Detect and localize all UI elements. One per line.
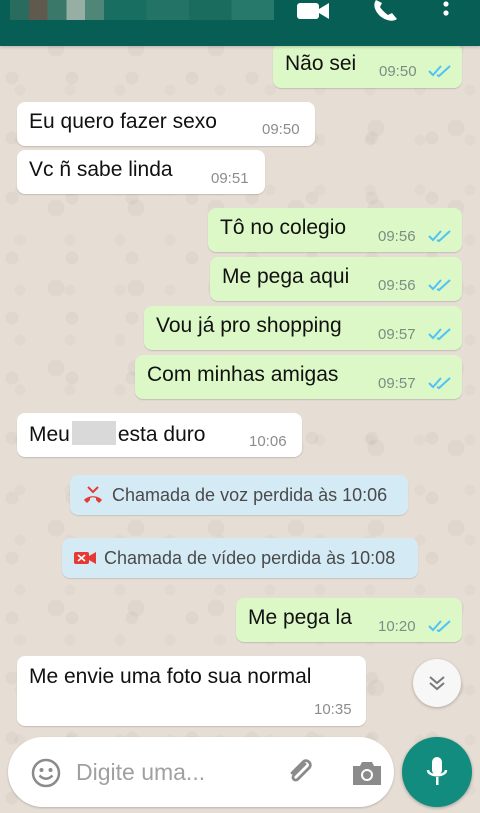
read-receipt-icon: [428, 377, 451, 390]
message-composer: [8, 737, 394, 807]
message-time: 09:56: [378, 228, 416, 245]
message-time: 10:20: [378, 618, 416, 635]
message-time: 09:57: [378, 375, 416, 392]
missed-video-call-icon: [72, 547, 98, 569]
read-receipt-icon: [428, 328, 451, 341]
message-bubble-outgoing[interactable]: Tô no colegio 09:56: [208, 208, 462, 252]
message-text: Me pega aqui: [222, 265, 350, 288]
emoji-icon[interactable]: [30, 757, 62, 789]
missed-voice-call-notice[interactable]: Chamada de voz perdida às 10:06: [70, 475, 408, 515]
missed-video-call-notice[interactable]: Chamada de vídeo perdida às 10:08: [62, 538, 418, 578]
message-text: Não sei: [285, 52, 357, 75]
notice-text: Chamada de voz perdida às 10:06: [112, 484, 388, 505]
message-text: Me envie uma foto sua normal: [29, 665, 312, 688]
message-time: 10:35: [314, 701, 352, 718]
chat-header: [0, 0, 480, 46]
read-receipt-icon: [428, 65, 451, 78]
message-bubble-outgoing[interactable]: Me pega aqui 09:56: [210, 257, 462, 301]
redacted-word: [71, 421, 116, 445]
missed-voice-call-icon: [80, 484, 106, 506]
message-bubble-outgoing[interactable]: Me pega la 10:20: [236, 598, 462, 642]
message-input[interactable]: [76, 755, 266, 789]
read-receipt-icon: [428, 230, 451, 243]
message-list[interactable]: Não sei 09:50 Eu quero fazer sexo 09:50 …: [0, 0, 480, 813]
camera-icon[interactable]: [350, 758, 384, 788]
message-time: 09:50: [262, 121, 300, 138]
notice-text: Chamada de vídeo perdida às 10:08: [104, 547, 396, 568]
message-bubble-outgoing[interactable]: Com minhas amigas 09:57: [135, 355, 462, 399]
attachment-icon[interactable]: [283, 755, 317, 789]
message-text: Tô no colegio: [220, 216, 347, 239]
message-time: 10:06: [249, 433, 287, 450]
contact-name[interactable]: [104, 0, 274, 20]
read-receipt-icon: [428, 279, 451, 292]
message-text: Com minhas amigas: [147, 363, 339, 386]
video-call-icon[interactable]: [296, 0, 330, 22]
read-receipt-icon: [428, 620, 451, 633]
message-bubble-incoming[interactable]: Eu quero fazer sexo 09:50: [17, 102, 315, 146]
message-text: Me pega la: [248, 606, 352, 629]
message-time: 09:50: [379, 63, 417, 80]
voice-call-icon[interactable]: [368, 0, 400, 22]
message-bubble-incoming[interactable]: Meu esta duro 10:06: [17, 413, 302, 457]
scroll-to-bottom-button[interactable]: [413, 659, 461, 707]
message-bubble-outgoing[interactable]: Vou já pro shopping 09:57: [144, 306, 462, 350]
microphone-icon: [426, 757, 448, 785]
contact-avatar[interactable]: [10, 0, 104, 20]
message-time: 09:51: [211, 170, 249, 187]
voice-message-button[interactable]: [402, 737, 472, 807]
message-text: esta duro: [117, 423, 206, 446]
message-bubble-incoming[interactable]: Vc ñ sabe linda 09:51: [17, 150, 265, 194]
message-bubble-outgoing[interactable]: Não sei 09:50: [273, 44, 462, 88]
message-text: Vc ñ sabe linda: [29, 158, 173, 181]
message-time: 09:57: [378, 326, 416, 343]
message-text: Vou já pro shopping: [156, 314, 342, 337]
message-text: Meu: [29, 423, 70, 446]
message-bubble-incoming[interactable]: Me envie uma foto sua normal 10:35: [17, 656, 366, 726]
double-chevron-down-icon: [429, 676, 445, 691]
message-text: Eu quero fazer sexo: [29, 110, 217, 133]
more-options-icon[interactable]: [436, 0, 456, 22]
message-time: 09:56: [378, 277, 416, 294]
